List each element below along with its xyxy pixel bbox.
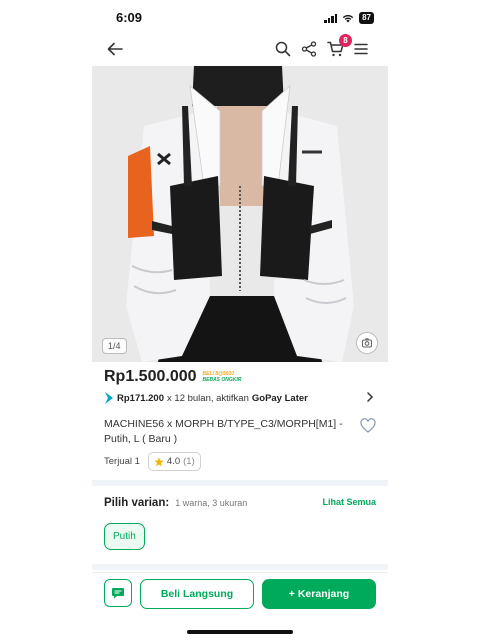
section-divider [92, 564, 388, 570]
chevron-right-icon [367, 392, 374, 402]
variant-summary: 1 warna, 3 ukuran [175, 498, 248, 508]
paylater-row[interactable]: Rp171.200 x 12 bulan, aktifkan GoPay Lat… [104, 391, 374, 405]
status-icons: 87 [324, 12, 374, 24]
menu-icon[interactable] [352, 40, 370, 58]
top-nav: 8 [92, 34, 388, 64]
home-indicator [187, 630, 293, 634]
chat-button[interactable] [104, 579, 132, 607]
product-title: MACHINE56 x MORPH B/TYPE_C3/MORPH[M1] - … [104, 418, 343, 445]
image-counter: 1/4 [102, 338, 127, 354]
rating-badge[interactable]: 4.0 (1) [147, 452, 201, 471]
variant-header: Pilih varian: 1 warna, 3 ukuran Lihat Se… [104, 497, 376, 509]
status-time: 6:09 [116, 10, 143, 25]
signal-icon [324, 13, 338, 23]
image-search-icon[interactable] [356, 332, 378, 354]
wishlist-heart-icon[interactable] [360, 418, 376, 434]
paylater-amount: Rp171.200 [117, 392, 165, 404]
search-icon[interactable] [274, 40, 292, 58]
screen: 6:09 87 8 1/4 Rp1.500.000 BELI 8@5010 BE… [0, 0, 480, 640]
rating-value: 4.0 [166, 456, 181, 467]
star-icon [154, 457, 164, 466]
back-arrow-icon[interactable] [106, 40, 124, 58]
rating-count: (1) [183, 456, 195, 467]
sold-count: Terjual 1 [104, 456, 140, 467]
wifi-icon [342, 14, 354, 22]
product-price: Rp1.500.000 [104, 368, 197, 385]
variant-label: Pilih varian: [104, 497, 170, 509]
see-all-variants-link[interactable]: Lihat Semua [322, 497, 376, 507]
bottom-action-bar: Beli Langsung + Keranjang [92, 572, 388, 616]
product-image[interactable]: 1/4 [92, 66, 388, 362]
chat-icon [112, 588, 124, 599]
free-shipping-badge-bottom: BEBAS ONGKIR [202, 377, 242, 383]
price-row: Rp1.500.000 BELI 8@5010 BEBAS ONGKIR [104, 368, 241, 386]
cart-icon[interactable]: 8 [326, 34, 352, 58]
buy-now-button[interactable]: Beli Langsung [140, 579, 254, 609]
app-screen: 6:09 87 8 1/4 Rp1.500.000 BELI 8@5010 BE… [92, 0, 388, 640]
share-icon[interactable] [300, 40, 318, 58]
paylater-brand: GoPay Later [251, 392, 308, 404]
product-photo [92, 66, 388, 362]
section-divider [92, 480, 388, 486]
cart-count-badge: 8 [339, 34, 352, 47]
add-to-cart-button[interactable]: + Keranjang [262, 579, 376, 609]
status-bar: 6:09 87 [92, 10, 388, 30]
variant-option-putih[interactable]: Putih [104, 523, 145, 550]
gopay-later-icon [105, 392, 113, 404]
paylater-text: x 12 bulan, aktifkan [167, 392, 249, 404]
battery-icon: 87 [359, 12, 374, 24]
free-shipping-badge: BELI 8@5010 BEBAS ONGKIR [203, 371, 242, 383]
sold-rating-row: Terjual 1 4.0 (1) [104, 452, 201, 471]
